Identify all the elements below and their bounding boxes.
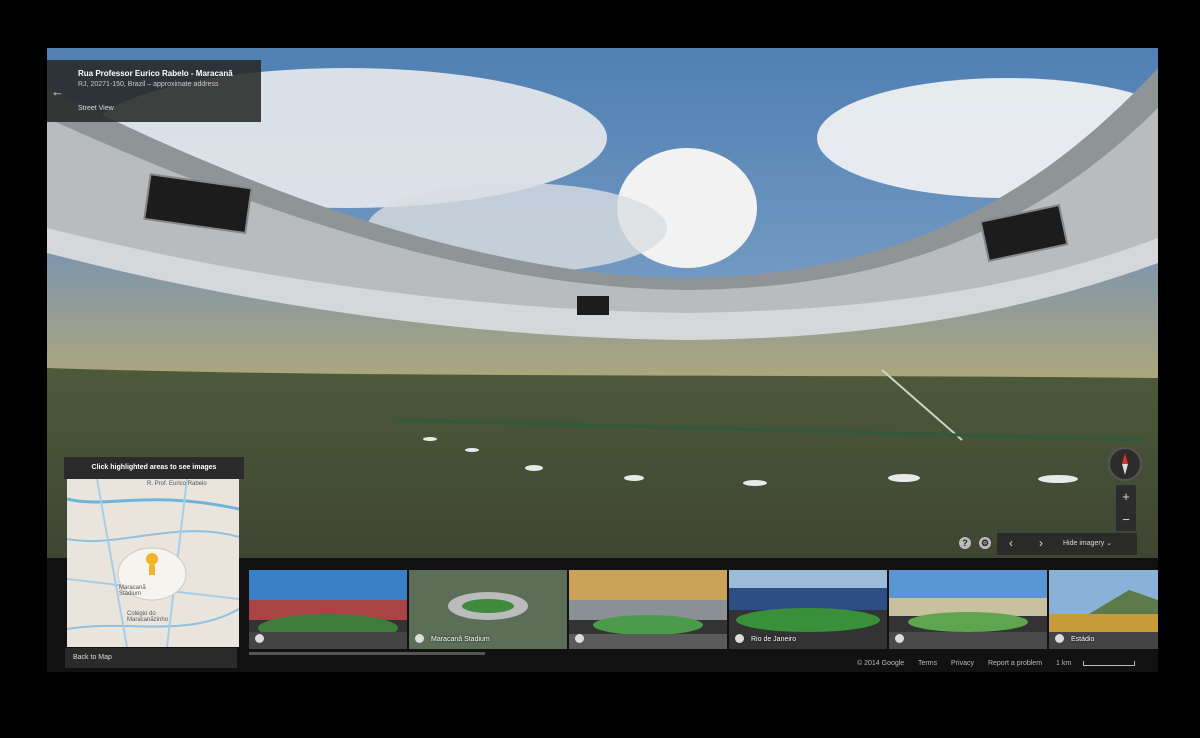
map-label-street: R. Prof. Eurico Rabelo [147,481,207,487]
hide-imagery-button[interactable]: Hide imagery ⌄ [1063,539,1112,547]
footer: © 2014 Google Terms Privacy Report a pro… [857,660,1147,672]
hide-imagery-label: Hide imagery [1063,540,1105,547]
photosphere-icon [255,634,264,643]
copyright-text: © 2014 Google [857,660,905,667]
address-title[interactable]: Rua Professor Eurico Rabelo - Maracanã [78,69,233,78]
prev-arrow-icon[interactable]: ‹ [1009,536,1013,550]
thumbnail[interactable] [249,570,407,649]
report-problem-link[interactable]: Report a problem [988,660,1042,667]
camera-icon [735,634,744,643]
chevron-down-icon: ⌄ [1106,540,1113,547]
camera-icon [415,634,424,643]
thumbnail-label: Maracanã Stadium [431,636,490,643]
compass-icon[interactable] [1108,447,1142,481]
terms-link[interactable]: Terms [918,660,937,667]
compass-needle-icon [1122,453,1128,475]
scale-label: 1 km [1056,660,1072,667]
photosphere-icon [895,634,904,643]
thumbnail-label: Rio de Janeiro [751,636,797,643]
imagery-controls: ? ⚙ ‹ › Hide imagery ⌄ [959,533,1137,555]
thumbnail-scrollbar[interactable] [249,652,485,655]
help-icon[interactable]: ? [959,537,971,549]
thumbnail[interactable]: Estádio [1049,570,1158,649]
gear-icon[interactable]: ⚙ [979,537,991,549]
back-to-map-button[interactable]: Back to Map [65,648,237,668]
zoom-out-button[interactable]: − [1116,508,1136,531]
map-label-school: Colégio do Maracanãzinho [127,611,169,623]
zoom-in-button[interactable]: + [1116,485,1136,508]
thumbnail[interactable] [889,570,1047,649]
thumbnail-label: Estádio [1071,636,1095,643]
mini-map[interactable]: R. Prof. Eurico Rabelo Maracanã Stadium … [67,479,239,647]
thumbnail[interactable]: Maracanã Stadium [409,570,567,649]
imagery-strip: Maracanã Stadium Rio de Janeiro Estádio [249,570,1158,649]
highlight-hint: Click highlighted areas to see images [64,457,244,479]
camera-icon [1055,634,1064,643]
thumbnail[interactable] [569,570,727,649]
address-card: ← Rua Professor Eurico Rabelo - Maracanã… [47,60,261,122]
scale-bar [1083,660,1136,666]
zoom-control: + − [1116,485,1136,531]
privacy-link[interactable]: Privacy [951,660,974,667]
hide-imagery-bar: ‹ › Hide imagery ⌄ [997,533,1137,555]
street-view-window: ← Rua Professor Eurico Rabelo - Maracanã… [47,48,1158,672]
street-view-label: Street View [78,105,114,112]
thumbnail[interactable]: Rio de Janeiro [729,570,887,649]
map-label-stadium: Maracanã Stadium [119,585,146,597]
photosphere-icon [575,634,584,643]
address-subtitle: RJ, 20271-150, Brazil – approximate addr… [78,81,219,88]
next-arrow-icon[interactable]: › [1039,536,1043,550]
arrow-left-icon[interactable]: ← [51,84,64,99]
